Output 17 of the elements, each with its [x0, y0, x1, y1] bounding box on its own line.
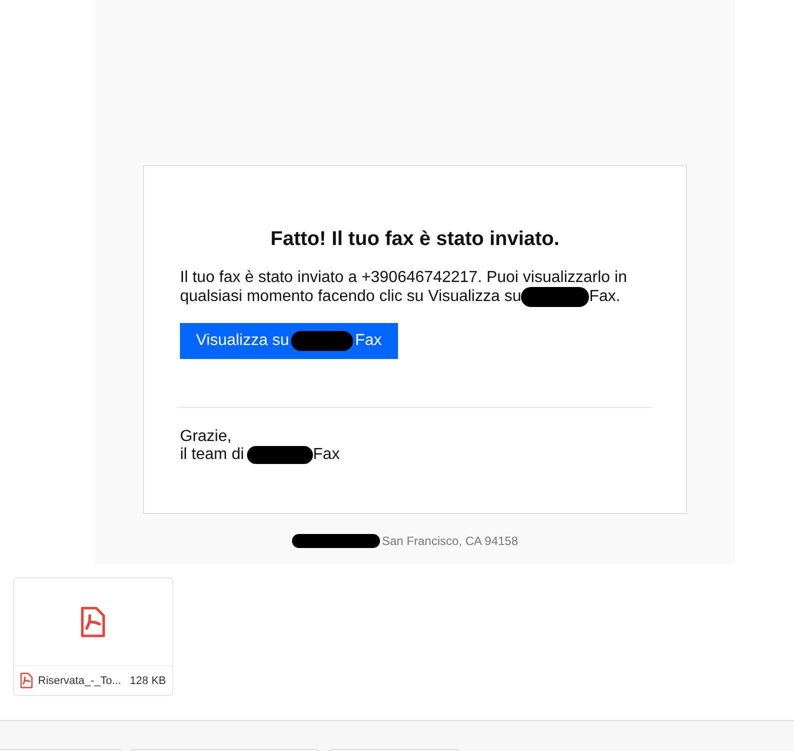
- view-fax-button[interactable]: Visualizza su Fax: [180, 323, 398, 359]
- body-text: Fax.: [589, 288, 620, 306]
- redaction-mark: [247, 446, 314, 464]
- attachment-card[interactable]: Riservata_-_To... 128 KB: [13, 577, 173, 696]
- email-heading: Fatto! Il tuo fax è stato inviato.: [270, 228, 560, 251]
- pdf-icon: [20, 672, 33, 689]
- redaction-mark: [291, 331, 354, 351]
- signoff-text: Fax: [313, 446, 340, 464]
- signoff-text: Grazie,: [180, 428, 233, 446]
- body-text: Il tuo fax è stato inviato a +390646742217. Puoi visualizzarlo in: [180, 269, 628, 287]
- attachment-size: 128 KB: [130, 674, 166, 686]
- body-text: qualsiasi momento facendo clic su Visualizza su: [180, 288, 522, 306]
- pdf-icon: [80, 606, 106, 638]
- attachment-name: Riservata_-_To...: [38, 674, 122, 686]
- redaction-mark: [521, 287, 590, 307]
- footer-address: San Francisco, CA 94158: [382, 534, 518, 548]
- signoff-text: il team di: [180, 446, 244, 464]
